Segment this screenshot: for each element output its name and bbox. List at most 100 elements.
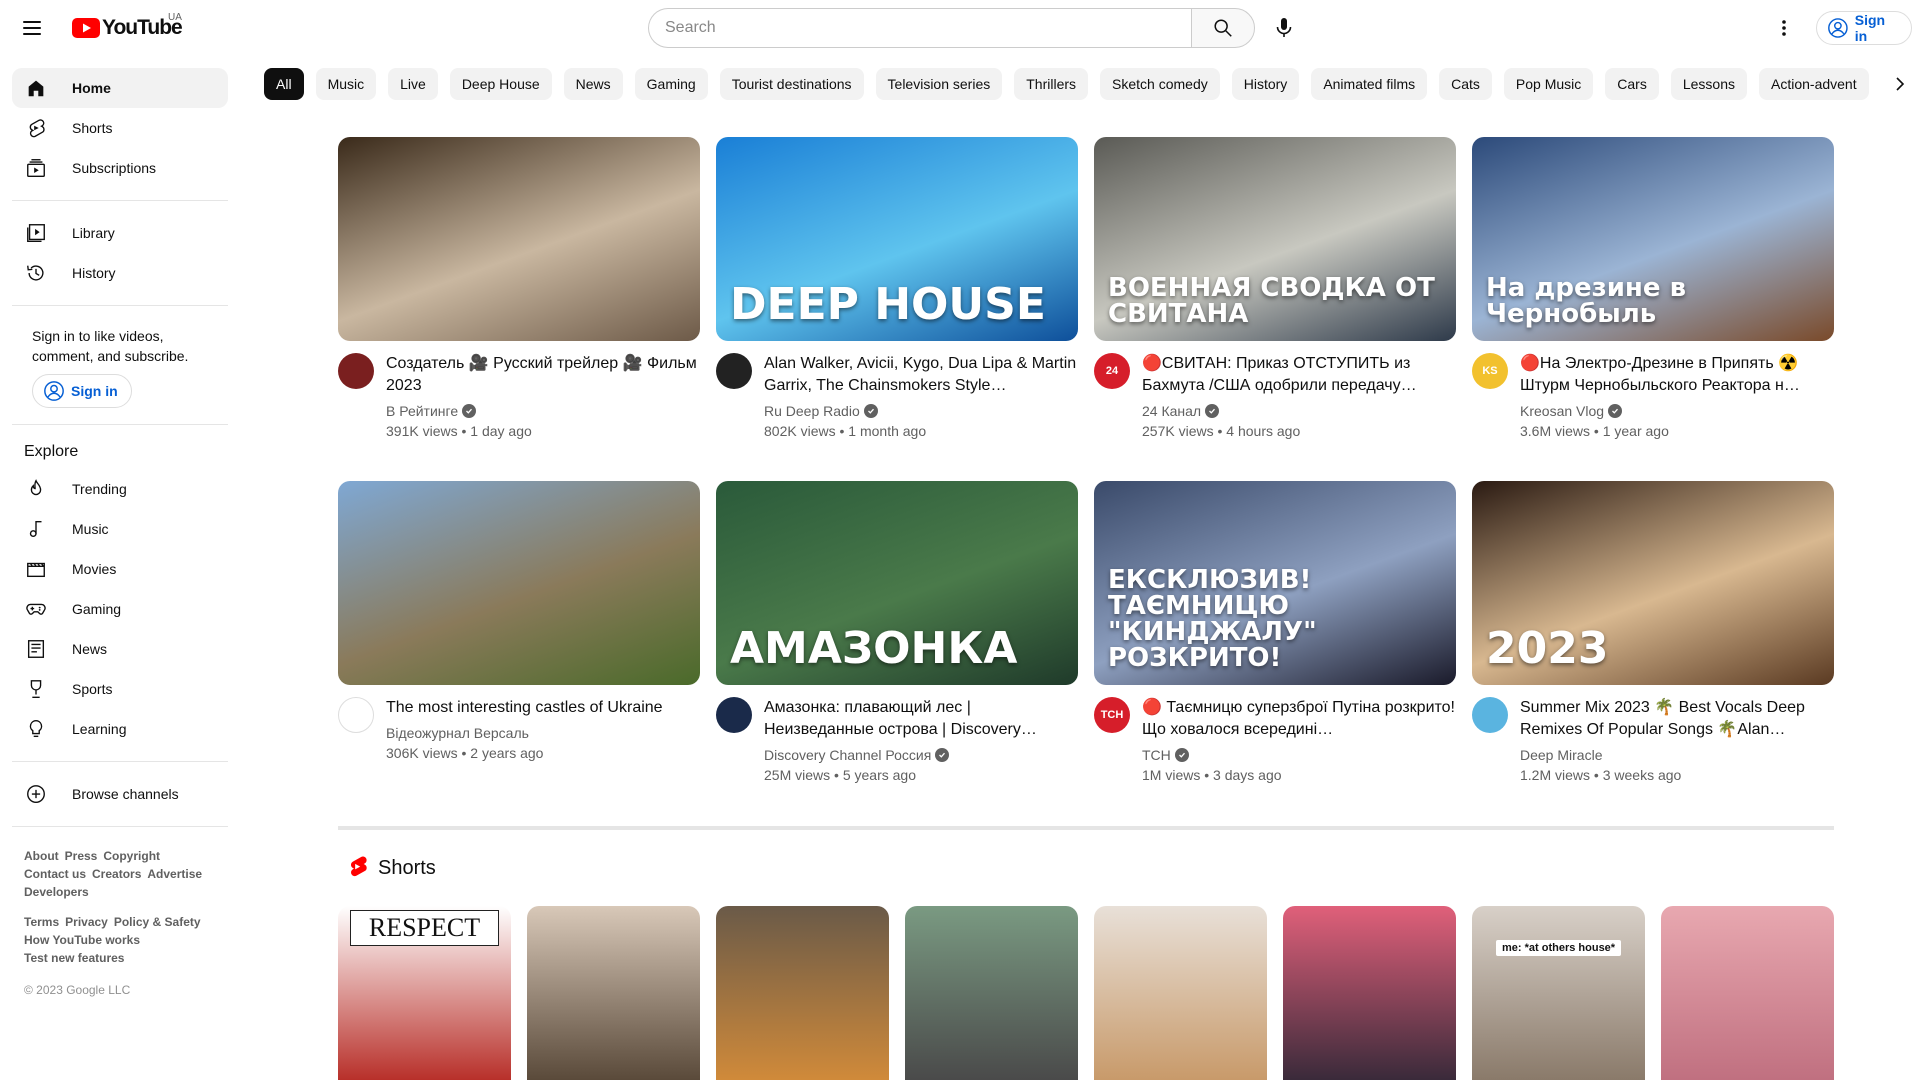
channel-avatar[interactable] [338,697,374,733]
video-card[interactable]: Создатель 🎥 Русский трейлер 🎥 Фильм 2023… [338,137,700,441]
channel-avatar[interactable] [1472,697,1508,733]
channel-name[interactable]: Ru Deep Radio [764,401,860,421]
channel-name[interactable]: Kreosan Vlog [1520,401,1604,421]
sidebar-item-library[interactable]: Library [12,213,228,253]
youtube-logo[interactable]: YouTube UA [72,12,183,40]
chip-television-series[interactable]: Television series [875,68,1003,100]
chip-cats[interactable]: Cats [1439,68,1492,100]
sidebar-item-history[interactable]: History [12,253,228,293]
short-thumbnail[interactable] [716,906,889,1080]
channel-avatar[interactable] [338,353,374,389]
video-thumbnail[interactable] [338,137,700,341]
channel-avatar[interactable] [716,697,752,733]
sidebar-item-sports[interactable]: Sports [12,669,228,709]
chip-cars[interactable]: Cars [1605,68,1659,100]
video-title[interactable]: 🔴 Таємницю суперзброї Путіна розкрито! Щ… [1142,697,1456,741]
footer-link-terms[interactable]: Terms [24,915,59,929]
sidebar-item-browse-channels[interactable]: Browse channels [12,774,228,814]
footer-link-how-youtube-works[interactable]: How YouTube works [24,933,140,947]
video-thumbnail[interactable]: DEEP HOUSE [716,137,1078,341]
footer-link-developers[interactable]: Developers [24,885,89,899]
footer-link-policy[interactable]: Policy & Safety [114,915,201,929]
video-card[interactable]: АМАЗОНКА Амазонка: плавающий лес | Неизве… [716,481,1078,785]
video-card[interactable]: DEEP HOUSE Alan Walker, Avicii, Kygo, Dua… [716,137,1078,441]
chip-animated-films[interactable]: Animated films [1311,68,1428,100]
chip-gaming[interactable]: Gaming [634,68,708,100]
sidebar-item-shorts[interactable]: Shorts [12,108,228,148]
video-card[interactable]: The most interesting castles of Ukraine В… [338,481,700,763]
video-title[interactable]: Создатель 🎥 Русский трейлер 🎥 Фильм 2023 [386,353,700,397]
channel-name[interactable]: 24 Канал [1142,401,1201,421]
sidebar-item-trending[interactable]: Trending [12,469,228,509]
short-thumbnail[interactable] [1283,906,1456,1080]
video-thumbnail[interactable]: ЕКСКЛЮЗИВ! ТАЄМНИЦЮ "КИНДЖАЛУ" РОЗКРИТО! [1094,481,1456,685]
footer-link-test-features[interactable]: Test new features [24,951,124,965]
video-card[interactable]: ВОЕННАЯ СВОДКА ОТ СВИТАНА 24 🔴СВИТАН: Прик… [1094,137,1456,441]
short-thumbnail[interactable] [527,906,700,1080]
chip-news[interactable]: News [563,68,623,100]
sidebar-item-gaming[interactable]: Gaming [12,589,228,629]
chip-history[interactable]: History [1231,68,1300,100]
chip-live[interactable]: Live [388,68,438,100]
sign-in-button[interactable]: Sign in [1816,11,1912,45]
video-thumbnail[interactable]: 2023 [1472,481,1834,685]
sidebar-item-music[interactable]: Music [12,509,228,549]
video-thumbnail[interactable]: ВОЕННАЯ СВОДКА ОТ СВИТАНА [1094,137,1456,341]
sidebar-item-home[interactable]: Home [12,68,228,108]
channel-name[interactable]: В Рейтинге [386,401,458,421]
short-thumbnail[interactable]: RESPECT [338,906,511,1080]
short-thumbnail[interactable] [1094,906,1267,1080]
footer-link-about[interactable]: About [24,849,59,863]
sidebar-item-movies[interactable]: Movies [12,549,228,589]
sidebar-item-subscriptions[interactable]: Subscriptions [12,148,228,188]
video-card[interactable]: На дрезине в Чернобыль KS 🔴На Электро-Дрез… [1472,137,1834,441]
chips-next-button[interactable] [1880,68,1920,100]
channel-avatar[interactable]: KS [1472,353,1508,389]
channel-avatar[interactable]: 24 [1094,353,1130,389]
video-thumbnail[interactable]: На дрезине в Чернобыль [1472,137,1834,341]
search-input[interactable] [665,19,1175,37]
footer-link-privacy[interactable]: Privacy [65,915,108,929]
video-title[interactable]: Summer Mix 2023 🌴 Best Vocals Deep Remix… [1520,697,1834,741]
video-card[interactable]: ЕКСКЛЮЗИВ! ТАЄМНИЦЮ "КИНДЖАЛУ" РОЗКРИТО!… [1094,481,1456,785]
chip-thrillers[interactable]: Thrillers [1014,68,1089,100]
footer-link-copyright[interactable]: Copyright [103,849,160,863]
search-button[interactable] [1191,8,1255,48]
video-thumbnail[interactable]: АМАЗОНКА [716,481,1078,685]
short-thumbnail[interactable] [1661,906,1834,1080]
short-thumbnail[interactable]: me: *at others house* [1472,906,1645,1080]
chip-action-advent[interactable]: Action-advent [1759,68,1869,100]
sidebar-item-news[interactable]: News [12,629,228,669]
video-title[interactable]: 🔴СВИТАН: Приказ ОТСТУПИТЬ из Бахмута /СШ… [1142,353,1456,397]
video-title[interactable]: Амазонка: плавающий лес | Неизведанные о… [764,697,1078,741]
chip-deep-house[interactable]: Deep House [449,68,552,100]
footer-link-press[interactable]: Press [65,849,98,863]
channel-avatar[interactable] [716,353,752,389]
chip-tourist-destinations[interactable]: Tourist destinations [719,68,864,100]
search-box[interactable] [648,8,1191,48]
short-thumbnail[interactable] [905,906,1078,1080]
chip-sketch-comedy[interactable]: Sketch comedy [1100,68,1220,100]
channel-name[interactable]: Відеожурнал Версаль [386,723,529,743]
video-card[interactable]: 2023 Summer Mix 2023 🌴 Best Vocals Deep R… [1472,481,1834,785]
sidebar-sign-in-button[interactable]: Sign in [32,374,132,408]
channel-name[interactable]: Discovery Channel Россия [764,745,931,765]
video-thumbnail[interactable] [338,481,700,685]
video-title[interactable]: 🔴На Электро-Дрезине в Припять ☢️ Штурм Ч… [1520,353,1834,397]
channel-avatar[interactable]: ТСН [1094,697,1130,733]
voice-search-button[interactable] [1264,8,1304,48]
menu-icon[interactable] [20,16,44,40]
footer-link-contact[interactable]: Contact us [24,867,86,881]
channel-name[interactable]: ТСН [1142,745,1171,765]
chip-all[interactable]: All [264,68,304,100]
settings-button[interactable] [1768,12,1800,44]
chip-music[interactable]: Music [315,68,377,100]
footer-link-advertise[interactable]: Advertise [147,867,202,881]
video-title[interactable]: Alan Walker, Avicii, Kygo, Dua Lipa & Ma… [764,353,1078,397]
sidebar-item-learning[interactable]: Learning [12,709,228,749]
chip-lessons[interactable]: Lessons [1670,68,1747,100]
footer-link-creators[interactable]: Creators [92,867,141,881]
channel-name[interactable]: Deep Miracle [1520,745,1602,765]
chip-pop-music[interactable]: Pop Music [1503,68,1594,100]
video-title[interactable]: The most interesting castles of Ukraine [386,697,700,719]
